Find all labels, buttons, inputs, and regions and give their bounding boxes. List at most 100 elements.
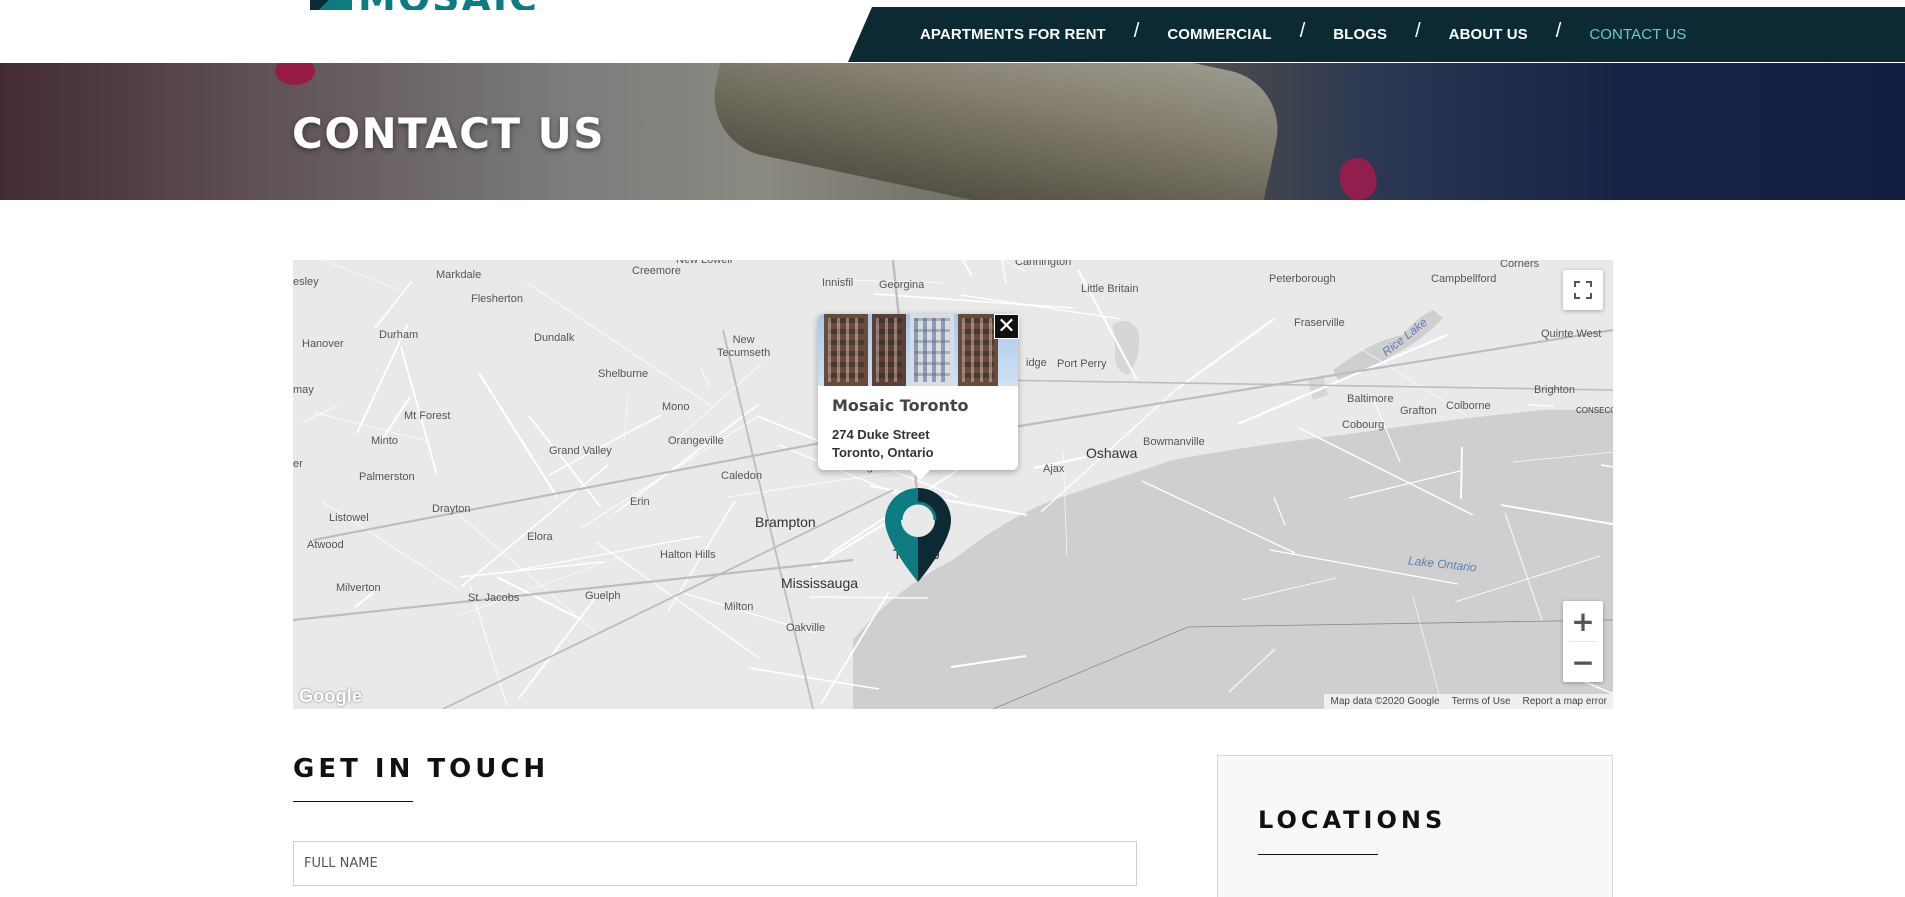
google-logo[interactable]: Google: [299, 686, 362, 707]
fullscreen-button[interactable]: [1563, 270, 1603, 310]
address-line-1: 274 Duke Street: [832, 427, 930, 442]
nav-separator: /: [1299, 20, 1306, 42]
info-window-address: 274 Duke Street Toronto, Ontario: [832, 426, 934, 462]
hero-overlay: [0, 63, 1905, 200]
map-place-new-lowell: New Lowell: [676, 260, 733, 266]
nav-item-contact-us[interactable]: CONTACT US: [1589, 26, 1686, 43]
logo-mark-icon: [310, 0, 352, 10]
map-road: [1176, 318, 1275, 390]
address-line-2: Toronto, Ontario: [832, 445, 934, 460]
report-error-link[interactable]: Report a map error: [1523, 696, 1607, 707]
map-place-atwood: Atwood: [307, 539, 344, 551]
map-place-consecon: CONSECO: [1576, 406, 1613, 415]
map-place-grand-valley: Grand Valley: [549, 445, 612, 457]
locations-panel: LOCATIONS: [1217, 755, 1613, 897]
map-road: [676, 362, 763, 440]
map-place-milton: Milton: [724, 601, 754, 613]
nav-items: APARTMENTS FOR RENT / COMMERCIAL / BLOGS / ABO…: [920, 7, 1686, 62]
building-shape: [872, 314, 906, 386]
map-place-elora: Elora: [527, 531, 553, 543]
map-road: [700, 368, 711, 388]
map-place-grafton: Grafton: [1400, 405, 1437, 417]
map-place-caledon: Caledon: [721, 470, 762, 482]
map-place-may: may: [293, 384, 314, 396]
nav-item-commercial[interactable]: COMMERCIAL: [1167, 26, 1271, 43]
terms-link[interactable]: Terms of Use: [1452, 696, 1511, 707]
map-place-durham: Durham: [379, 329, 419, 341]
map-place-oakville: Oakville: [786, 622, 826, 634]
page-title: CONTACT US: [292, 109, 606, 158]
map-road: [1298, 427, 1474, 516]
nav-item-apartments-for-rent[interactable]: APARTMENTS FOR RENT: [920, 26, 1106, 43]
map-data-credit: Map data ©2020 Google: [1330, 696, 1440, 707]
map-place-milverton: Milverton: [336, 582, 381, 594]
map-place-palmerston: Palmerston: [359, 471, 415, 483]
map-place-orangeville: Orangeville: [668, 435, 724, 447]
map-road: [873, 293, 1074, 309]
map-road: [809, 596, 929, 599]
map-road: [1141, 480, 1296, 554]
map-road: [1500, 504, 1613, 526]
main-nav: APARTMENTS FOR RENT / COMMERCIAL / BLOGS / ABO…: [848, 7, 1905, 62]
map-place-georgina: Georgina: [879, 279, 925, 291]
map-place-new-tecumseth: New Tecumseth: [717, 334, 771, 359]
map-road: [1373, 400, 1401, 463]
zoom-controls: + −: [1563, 601, 1603, 682]
map-place-quinte-west: Quinte West: [1541, 328, 1602, 340]
building-photo: [818, 314, 1018, 386]
map-place-bowmanville: Bowmanville: [1143, 436, 1205, 448]
close-icon[interactable]: ✕: [994, 314, 1019, 339]
map-road: [1228, 648, 1276, 693]
site-header: MOSAIC APARTMENTS FOR RENT / COMMERCIAL / BL…: [0, 0, 1905, 63]
location-map[interactable]: New Lowell Markdale Creemore Georgina Cannin…: [293, 260, 1613, 709]
map-road: [950, 654, 1027, 669]
map-attribution: Map data ©2020 Google Terms of Use Repor…: [1324, 694, 1613, 709]
map-place-corners: Corners: [1500, 260, 1540, 270]
map-place-brampton: Brampton: [755, 514, 816, 530]
map-road: [820, 591, 890, 705]
nav-item-blogs[interactable]: BLOGS: [1333, 26, 1387, 43]
map-road: [1241, 577, 1337, 601]
map-road: [1512, 451, 1613, 463]
map-place-innisfil: Innisfil: [822, 277, 854, 289]
info-window-title: Mosaic Toronto: [832, 396, 969, 415]
map-road: [1527, 404, 1555, 407]
map-place-port-perry: Port Perry: [1057, 358, 1107, 370]
map-place-erin: Erin: [630, 496, 650, 508]
nav-item-about-us[interactable]: ABOUT US: [1449, 26, 1528, 43]
zoom-in-button[interactable]: +: [1563, 601, 1603, 641]
map-place-shelburne: Shelburne: [598, 368, 649, 380]
zoom-out-button[interactable]: −: [1563, 642, 1603, 682]
map-place-drayton: Drayton: [432, 503, 471, 515]
map-place-campbellford: Campbellford: [1431, 273, 1497, 285]
contact-form-title: GET IN TOUCH: [293, 754, 550, 784]
map-place-flesherton: Flesherton: [471, 293, 523, 305]
map-place-uxbridge: idge: [1026, 357, 1047, 369]
map-place-halton-hills: Halton Hills: [660, 549, 716, 561]
map-pin-icon[interactable]: [885, 488, 951, 582]
map-place-brighton: Brighton: [1534, 384, 1575, 396]
map-road: [478, 372, 558, 498]
map-road: [961, 260, 973, 277]
brand-logo[interactable]: MOSAIC: [310, 0, 539, 10]
map-place-baltimore: Baltimore: [1347, 393, 1394, 405]
building-shape: [910, 314, 954, 386]
building-shape: [958, 314, 998, 386]
map-road: [1504, 512, 1543, 621]
map-road: [1600, 464, 1613, 468]
map-place-dundalk: Dundalk: [534, 332, 575, 344]
info-window-tail: [910, 470, 930, 480]
building-shape: [824, 314, 868, 386]
title-underline: [293, 801, 413, 802]
map-place-st-jacobs: St. Jacobs: [468, 592, 520, 604]
map-place-mississauga: Mississauga: [781, 575, 859, 591]
map-place-cannington: Cannington: [1015, 260, 1072, 268]
map-road: [1001, 260, 1007, 285]
map-road: [748, 667, 880, 690]
map-place-creemore: Creemore: [632, 265, 681, 277]
nav-separator: /: [1555, 20, 1562, 42]
full-name-input[interactable]: [293, 841, 1137, 886]
nav-separator: /: [1133, 20, 1140, 42]
map-place-mt-forest: Mt Forest: [404, 410, 451, 422]
map-place-minto: Minto: [371, 435, 398, 447]
